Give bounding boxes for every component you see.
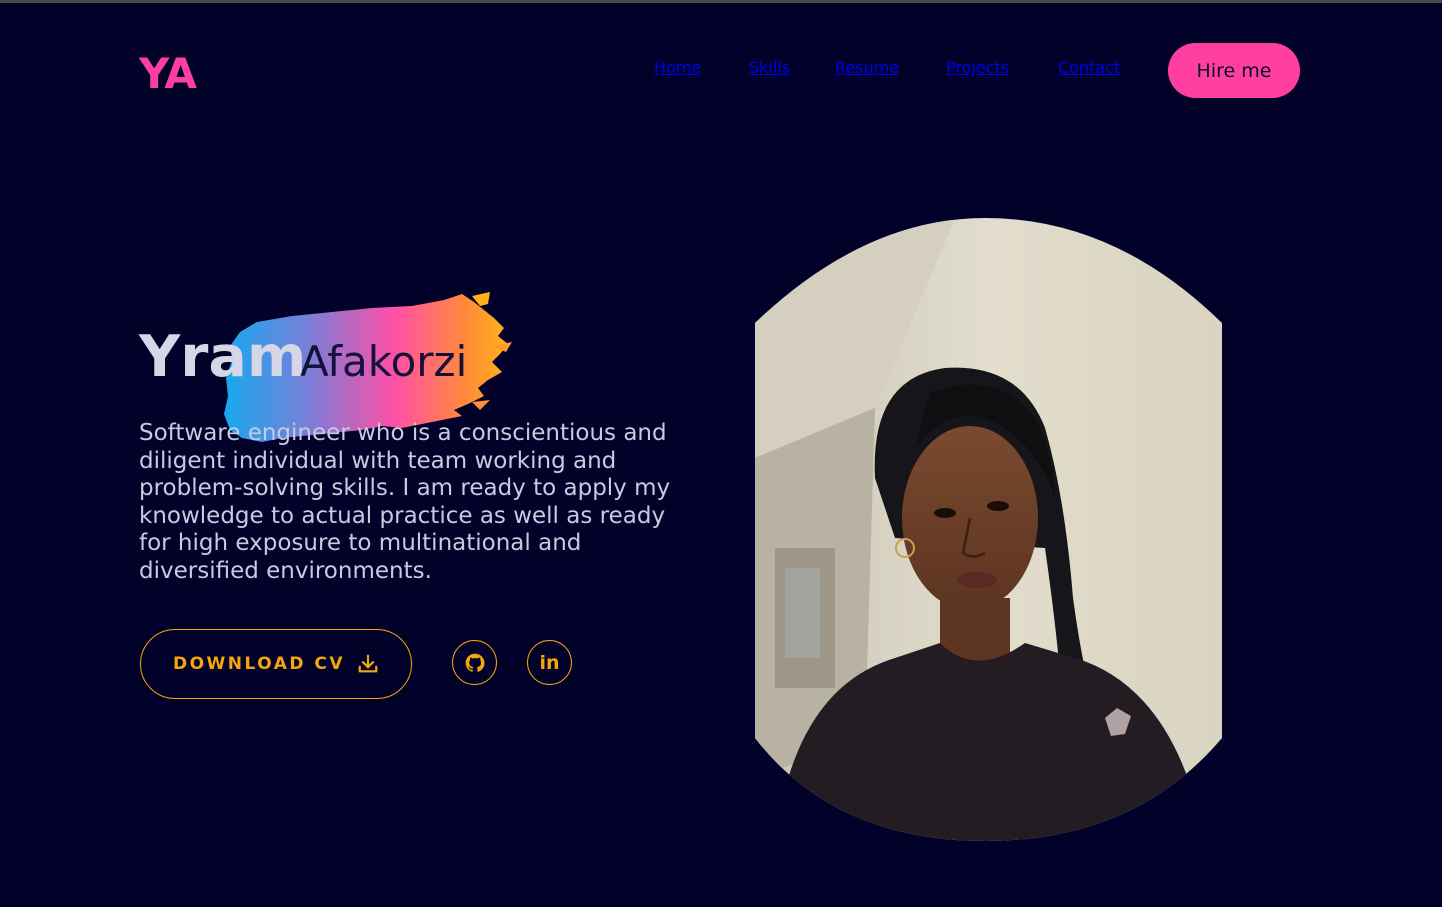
download-cv-button[interactable]: DOWNLOAD CV	[140, 629, 412, 699]
portfolio-page: YA Home Skills Resume Projects Contact H…	[0, 0, 1442, 907]
first-name: Yram	[139, 324, 307, 390]
profile-photo	[755, 218, 1222, 841]
github-icon	[465, 653, 485, 672]
nav-contact[interactable]: Contact	[1058, 58, 1120, 77]
hire-me-button[interactable]: Hire me	[1168, 43, 1300, 98]
download-cv-label: DOWNLOAD CV	[172, 654, 346, 674]
download-icon	[358, 654, 378, 673]
nav-home[interactable]: Home	[654, 58, 701, 77]
nav-resume[interactable]: Resume	[835, 58, 899, 77]
bio-text: Software engineer who is a conscientious…	[139, 420, 671, 584]
window-top-border	[0, 0, 1442, 3]
last-name: Afakorzi	[300, 337, 468, 386]
logo[interactable]: YA	[139, 50, 197, 98]
linkedin-link[interactable]: in	[527, 640, 572, 685]
github-link[interactable]	[452, 640, 497, 685]
profile-photo-illustration	[755, 218, 1222, 841]
nav-projects[interactable]: Projects	[946, 58, 1009, 77]
nav-skills[interactable]: Skills	[749, 58, 790, 77]
linkedin-icon: in	[539, 651, 560, 674]
